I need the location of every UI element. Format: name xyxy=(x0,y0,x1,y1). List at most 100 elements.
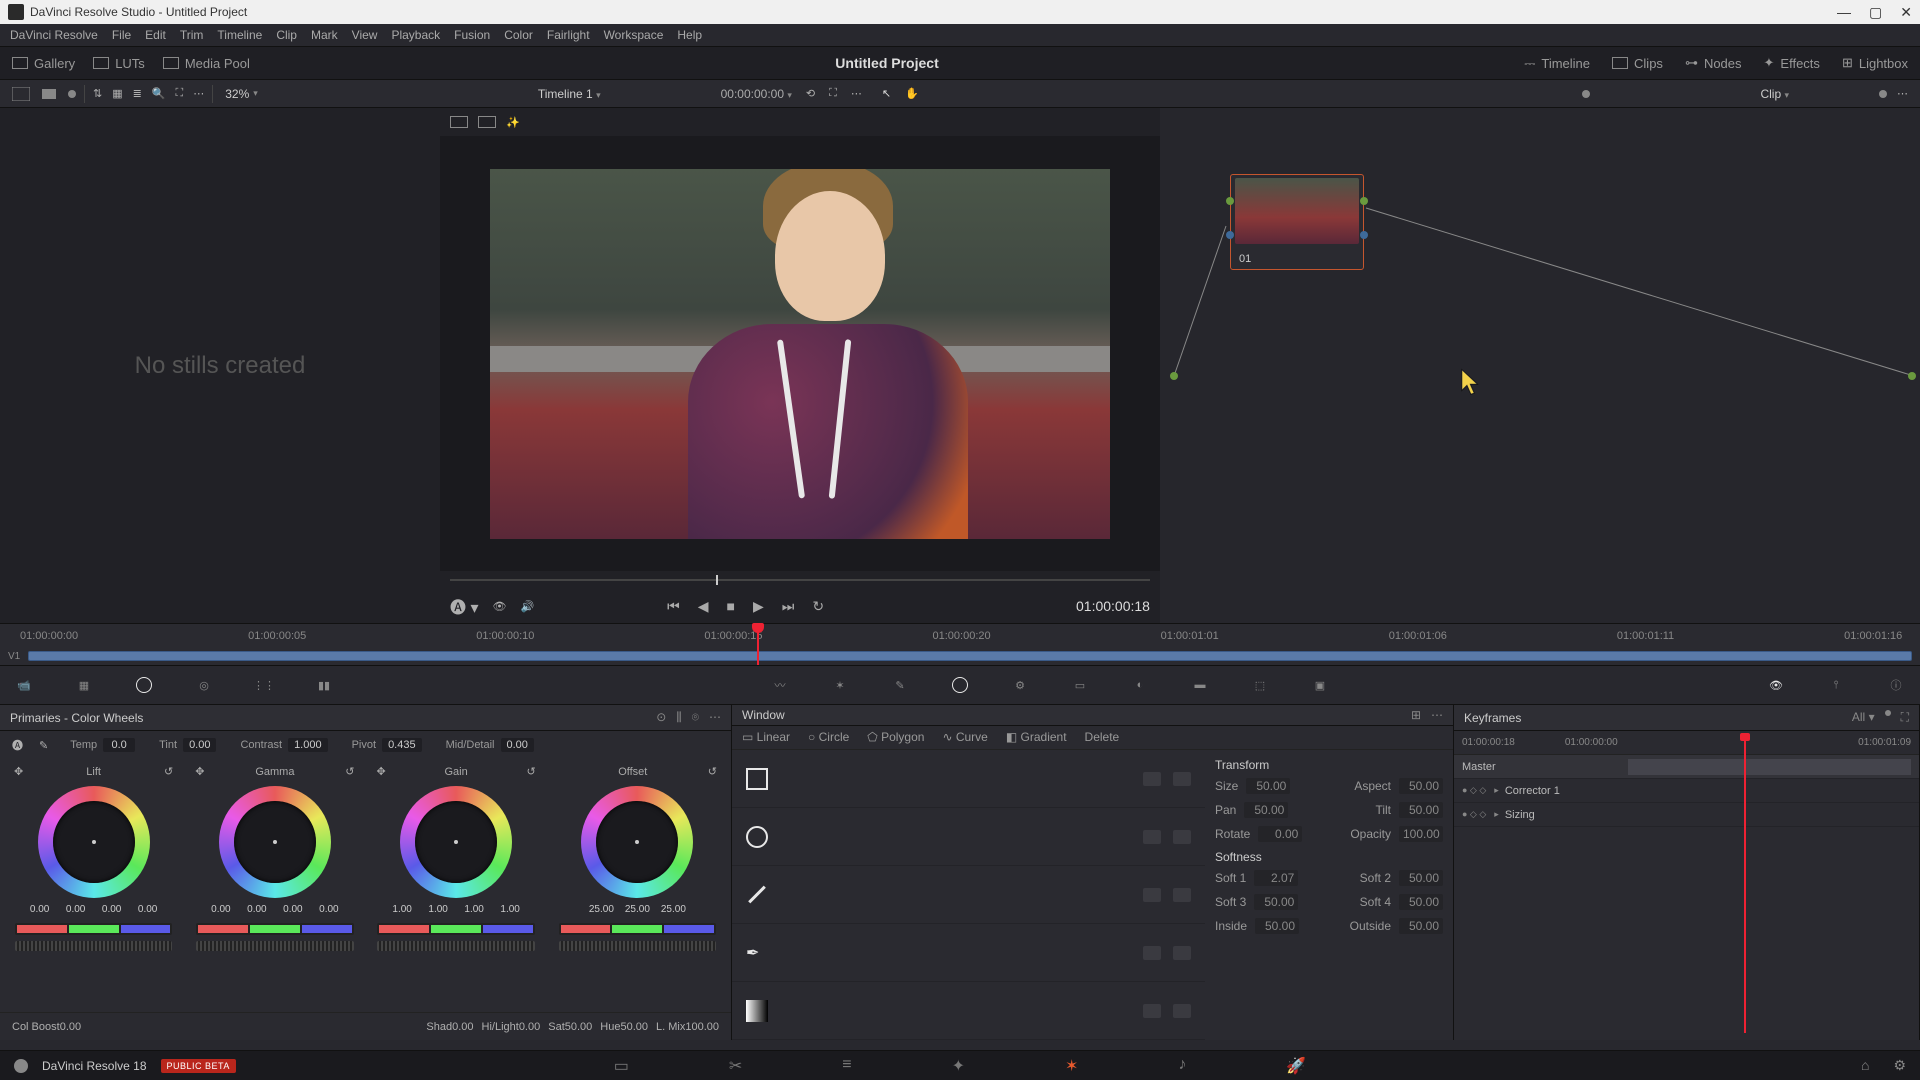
3d-icon[interactable]: ▣ xyxy=(1310,675,1330,695)
gamma-values[interactable]: 0.000.000.000.00 xyxy=(205,904,345,915)
hdr-icon[interactable]: ◎ xyxy=(194,675,214,695)
home-icon[interactable]: ⌂ xyxy=(1861,1057,1869,1074)
node-scope[interactable]: Clip ▾ xyxy=(1760,87,1789,101)
menu-item-timeline[interactable]: Timeline xyxy=(217,28,262,42)
scopes-icon[interactable]: 👁 xyxy=(492,600,506,613)
page-edit[interactable]: ≡ xyxy=(842,1056,851,1076)
nav-timeline[interactable]: ⎓Timeline xyxy=(1524,55,1590,72)
menu-item-fusion[interactable]: Fusion xyxy=(454,28,490,42)
offset-reset-icon[interactable]: ↺ xyxy=(708,765,717,778)
gamma-reset-icon[interactable]: ↺ xyxy=(345,765,354,778)
shape-row-rect[interactable] xyxy=(732,750,1205,808)
viewer-menu-icon[interactable]: ⋯ xyxy=(851,87,862,100)
color-autobalance-icon[interactable]: 🅐 ▾ xyxy=(450,594,478,618)
camera-raw-icon[interactable]: 📹 xyxy=(14,675,34,695)
search-icon[interactable]: 🔍 xyxy=(152,87,166,100)
overlay-mode-1[interactable] xyxy=(450,116,468,128)
gain-picker-icon[interactable]: ✥ xyxy=(377,765,386,778)
lift-wheel[interactable] xyxy=(38,786,150,898)
key-icon[interactable]: ▬ xyxy=(1190,675,1210,695)
primaries-bars-icon[interactable]: ⫼ xyxy=(676,710,682,725)
magic-wand-icon[interactable]: ✨ xyxy=(506,116,520,129)
color-match-icon[interactable]: ▦ xyxy=(74,675,94,695)
offset-bars[interactable] xyxy=(559,923,717,935)
lift-jog[interactable] xyxy=(15,941,173,951)
opacity-value[interactable]: 100.00 xyxy=(1399,826,1443,842)
sizing-icon[interactable]: ⬚ xyxy=(1250,675,1270,695)
tracker-icon[interactable]: ⚙ xyxy=(1010,675,1030,695)
nav-effects[interactable]: ✦Effects xyxy=(1764,55,1820,71)
shape-linear[interactable]: ▭ Linear xyxy=(742,730,790,744)
overlay-mode-2[interactable] xyxy=(478,116,496,128)
page-color[interactable]: ✶ xyxy=(1065,1056,1078,1076)
inside-value[interactable]: 50.00 xyxy=(1255,918,1299,934)
kf-row-master[interactable]: Master xyxy=(1454,755,1919,779)
timecode-master[interactable]: 00:00:00:00 ▾ xyxy=(721,87,792,101)
pan-value[interactable]: 50.00 xyxy=(1244,802,1288,818)
node-corrector-1[interactable]: 01 xyxy=(1230,174,1364,270)
size-value[interactable]: 50.00 xyxy=(1246,778,1290,794)
menu-item-view[interactable]: View xyxy=(352,28,378,42)
keyframes-filter[interactable]: All ▾ xyxy=(1852,710,1875,725)
lift-bars[interactable] xyxy=(15,923,173,935)
kf-row-corrector[interactable]: ● ◇ ◇▸ Corrector 1 xyxy=(1454,779,1919,803)
tilt-value[interactable]: 50.00 xyxy=(1399,802,1443,818)
loop-button[interactable]: ↻ xyxy=(812,598,824,615)
page-fairlight[interactable]: ♪ xyxy=(1178,1056,1186,1076)
motion-icon[interactable]: ▮▮ xyxy=(314,675,334,695)
window-close[interactable]: ✕ xyxy=(1900,4,1912,21)
prev-clip-button[interactable]: ⏮ xyxy=(667,598,680,615)
gamma-bars[interactable] xyxy=(196,923,354,935)
node-in-green[interactable] xyxy=(1226,197,1234,205)
menu-item-davinci[interactable]: DaVinci Resolve xyxy=(10,28,98,42)
zoom-level[interactable]: 32% xyxy=(225,87,249,101)
menu-item-file[interactable]: File xyxy=(112,28,131,42)
viewer-canvas[interactable] xyxy=(440,136,1160,571)
nav-gallery[interactable]: Gallery xyxy=(12,56,75,71)
shape-curve[interactable]: ∿ Curve xyxy=(942,730,987,744)
hand-tool-icon[interactable]: ✋ xyxy=(905,87,919,100)
menu-item-clip[interactable]: Clip xyxy=(276,28,297,42)
timeline-clip[interactable] xyxy=(28,651,1912,661)
page-media[interactable]: ▭ xyxy=(614,1056,629,1076)
node-menu-icon[interactable]: ⋯ xyxy=(1897,87,1908,100)
node-output-dot[interactable] xyxy=(1908,372,1916,380)
menu-item-fairlight[interactable]: Fairlight xyxy=(547,28,590,42)
soft1-value[interactable]: 2.07 xyxy=(1254,870,1298,886)
step-back-button[interactable]: ◀ xyxy=(698,598,709,615)
offset-wheel[interactable] xyxy=(581,786,693,898)
gain-wheel[interactable] xyxy=(400,786,512,898)
timeline-ruler[interactable]: 01:00:00:00 01:00:00:05 01:00:00:10 01:0… xyxy=(0,623,1920,647)
nav-mediapool[interactable]: Media Pool xyxy=(163,56,250,71)
middetail-value[interactable]: 0.00 xyxy=(501,738,534,752)
lmix-value[interactable]: 100.00 xyxy=(685,1021,719,1033)
timeline-track[interactable]: V1 xyxy=(0,647,1920,665)
hue-value[interactable]: 50.00 xyxy=(620,1021,648,1033)
window-icon[interactable] xyxy=(950,675,970,695)
shape-delete[interactable]: Delete xyxy=(1085,730,1120,744)
tint-value[interactable]: 0.00 xyxy=(183,738,216,752)
gain-reset-icon[interactable]: ↺ xyxy=(527,765,536,778)
lift-picker-icon[interactable]: ✥ xyxy=(14,765,23,778)
window-menu-icon[interactable]: ⋯ xyxy=(1431,708,1443,722)
menu-dots-icon[interactable]: ⋯ xyxy=(193,87,204,100)
primaries-menu-icon[interactable]: ⋯ xyxy=(709,710,721,725)
view-layout-icon[interactable] xyxy=(12,87,30,101)
menu-item-color[interactable]: Color xyxy=(504,28,533,42)
lift-reset-icon[interactable]: ↺ xyxy=(164,765,173,778)
keyframes-icon[interactable]: 👁 xyxy=(1766,675,1786,695)
magic-mask-icon[interactable]: ▭ xyxy=(1070,675,1090,695)
offset-jog[interactable] xyxy=(559,941,717,951)
auto-balance-icon[interactable]: 🅐 xyxy=(12,737,23,753)
warper-icon[interactable]: ✶ xyxy=(830,675,850,695)
contrast-value[interactable]: 1.000 xyxy=(288,738,328,752)
chevron-down-icon[interactable]: ▾ xyxy=(253,88,258,99)
arrow-tool-icon[interactable]: ↖ xyxy=(882,87,891,100)
gamma-picker-icon[interactable]: ✥ xyxy=(195,765,204,778)
soft3-value[interactable]: 50.00 xyxy=(1254,894,1298,910)
window-preset-icon[interactable]: ⊞ xyxy=(1411,708,1421,722)
node-input-dot[interactable] xyxy=(1170,372,1178,380)
menu-item-edit[interactable]: Edit xyxy=(145,28,166,42)
shape-circle[interactable]: ○ Circle xyxy=(808,730,849,744)
menu-item-mark[interactable]: Mark xyxy=(311,28,338,42)
